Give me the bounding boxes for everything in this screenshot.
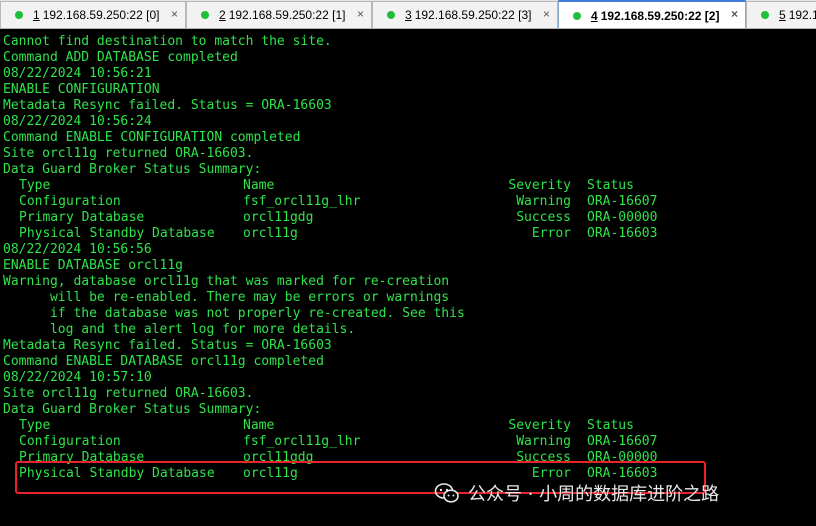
summary-cell-status: ORA-16607 [587, 194, 658, 209]
summary-cell-name: orcl11g [243, 226, 298, 241]
summary-cell-type: Type [19, 178, 51, 193]
summary-cell-type: Configuration [19, 434, 121, 449]
terminal-line: Metadata Resync failed. Status = ORA-166… [3, 98, 332, 113]
summary-cell-status: Status [587, 418, 634, 433]
summary-cell-name: Name [243, 418, 275, 433]
tab-session-1[interactable]: 1 192.168.59.250:22 [0] × [0, 1, 186, 28]
terminal-line: if the database was not properly re-crea… [3, 306, 465, 321]
connected-status-icon [573, 11, 581, 20]
terminal-line: ENABLE CONFIGURATION [3, 82, 160, 97]
summary-cell-status: ORA-16607 [587, 434, 658, 449]
summary-cell-type: Configuration [19, 194, 121, 209]
tab-label: 192.168.59.250:22 [2] [600, 8, 720, 23]
summary-cell-severity: Warning [516, 434, 571, 449]
close-tab-icon[interactable]: × [357, 7, 364, 21]
terminal-line: 08/22/2024 10:56:24 [3, 114, 152, 129]
summary-header-row: Type Name Severity Status [3, 178, 813, 194]
summary-cell-status: ORA-16603 [587, 226, 658, 241]
tab-session-2[interactable]: 2 192.168.59.250:22 [1] × [186, 1, 372, 28]
tab-session-4-active[interactable]: 4 192.168.59.250:22 [2] × [558, 0, 746, 28]
terminal-line: Site orcl11g returned ORA-16603. [3, 386, 254, 401]
summary-cell-name: fsf_orcl11g_lhr [243, 434, 361, 449]
terminal-line: Data Guard Broker Status Summary: [3, 402, 262, 417]
summary-cell-type: Primary Database [19, 210, 145, 225]
summary-cell-severity: Severity [508, 178, 571, 193]
terminal-line: 08/22/2024 10:56:21 [3, 66, 152, 81]
tab-label: 192.168.59.250:22 [1] [228, 8, 346, 22]
tab-label: 192.16 [788, 8, 816, 22]
tab-label: 192.168.59.250:22 [3] [414, 8, 532, 22]
summary-cell-severity: Warning [516, 194, 571, 209]
terminal-line: Warning, database orcl11g that was marke… [3, 274, 450, 289]
watermark: 公众号 · 小周的数据库进阶之路 [434, 478, 719, 508]
terminal-line: log and the alert log for more details. [3, 322, 356, 337]
tab-number: 1 [33, 8, 40, 22]
terminal-line: Metadata Resync failed. Status = ORA-166… [3, 338, 332, 353]
terminal-line: Site orcl11g returned ORA-16603. [3, 146, 254, 161]
close-tab-icon[interactable]: × [543, 7, 550, 21]
tab-number: 4 [591, 8, 598, 23]
summary-cell-severity: Success [516, 210, 571, 225]
tab-bar: 1 192.168.59.250:22 [0] × 2 192.168.59.2… [0, 0, 816, 29]
summary-cell-severity: Severity [508, 418, 571, 433]
terminal-output[interactable]: Cannot find destination to match the sit… [3, 34, 813, 524]
close-tab-icon[interactable]: × [731, 7, 738, 21]
summary-header-row: Type Name Severity Status [3, 418, 813, 434]
terminal-line: 08/22/2024 10:57:10 [3, 370, 152, 385]
terminal-line: Command ADD DATABASE completed [3, 50, 238, 65]
close-tab-icon[interactable]: × [171, 7, 178, 21]
connected-status-icon [201, 11, 209, 19]
terminal-line: 08/22/2024 10:56:56 [3, 242, 152, 257]
summary-row: Configuration fsf_orcl11g_lhr Warning OR… [3, 194, 813, 210]
connected-status-icon [387, 11, 395, 19]
tab-number: 3 [405, 8, 412, 22]
summary-row: Physical Standby Database orcl11g Error … [3, 226, 813, 242]
tab-session-5[interactable]: 5 192.16 [746, 1, 816, 28]
summary-row: Configuration fsf_orcl11g_lhr Warning OR… [3, 434, 813, 450]
tab-label: 192.168.59.250:22 [0] [42, 8, 160, 22]
summary-cell-severity: Error [531, 226, 571, 241]
terminal-line: ENABLE DATABASE orcl11g [3, 258, 184, 273]
tab-number: 5 [779, 8, 786, 22]
summary-cell-type: Physical Standby Database [19, 226, 215, 241]
connected-status-icon [761, 11, 769, 19]
tab-number: 2 [219, 8, 226, 22]
wechat-icon [434, 483, 459, 503]
summary-cell-name: fsf_orcl11g_lhr [243, 194, 361, 209]
watermark-text: 公众号 · 小周的数据库进阶之路 [468, 484, 720, 505]
summary-cell-status: ORA-00000 [587, 210, 658, 225]
tab-session-3[interactable]: 3 192.168.59.250:22 [3] × [372, 1, 558, 28]
summary-row: Primary Database orcl11gdg Success ORA-0… [3, 210, 813, 226]
summary-cell-name: orcl11gdg [243, 210, 314, 225]
terminal-line: Command ENABLE DATABASE orcl11g complete… [3, 354, 324, 369]
summary-cell-name: Name [243, 178, 275, 193]
terminal-line: Data Guard Broker Status Summary: [3, 162, 262, 177]
summary-cell-status: Status [587, 178, 634, 193]
terminal-line: Command ENABLE CONFIGURATION completed [3, 130, 301, 145]
terminal-line: will be re-enabled. There may be errors … [3, 290, 450, 305]
terminal-line: Cannot find destination to match the sit… [3, 34, 332, 49]
connected-status-icon [15, 11, 23, 19]
summary-cell-type: Type [19, 418, 51, 433]
